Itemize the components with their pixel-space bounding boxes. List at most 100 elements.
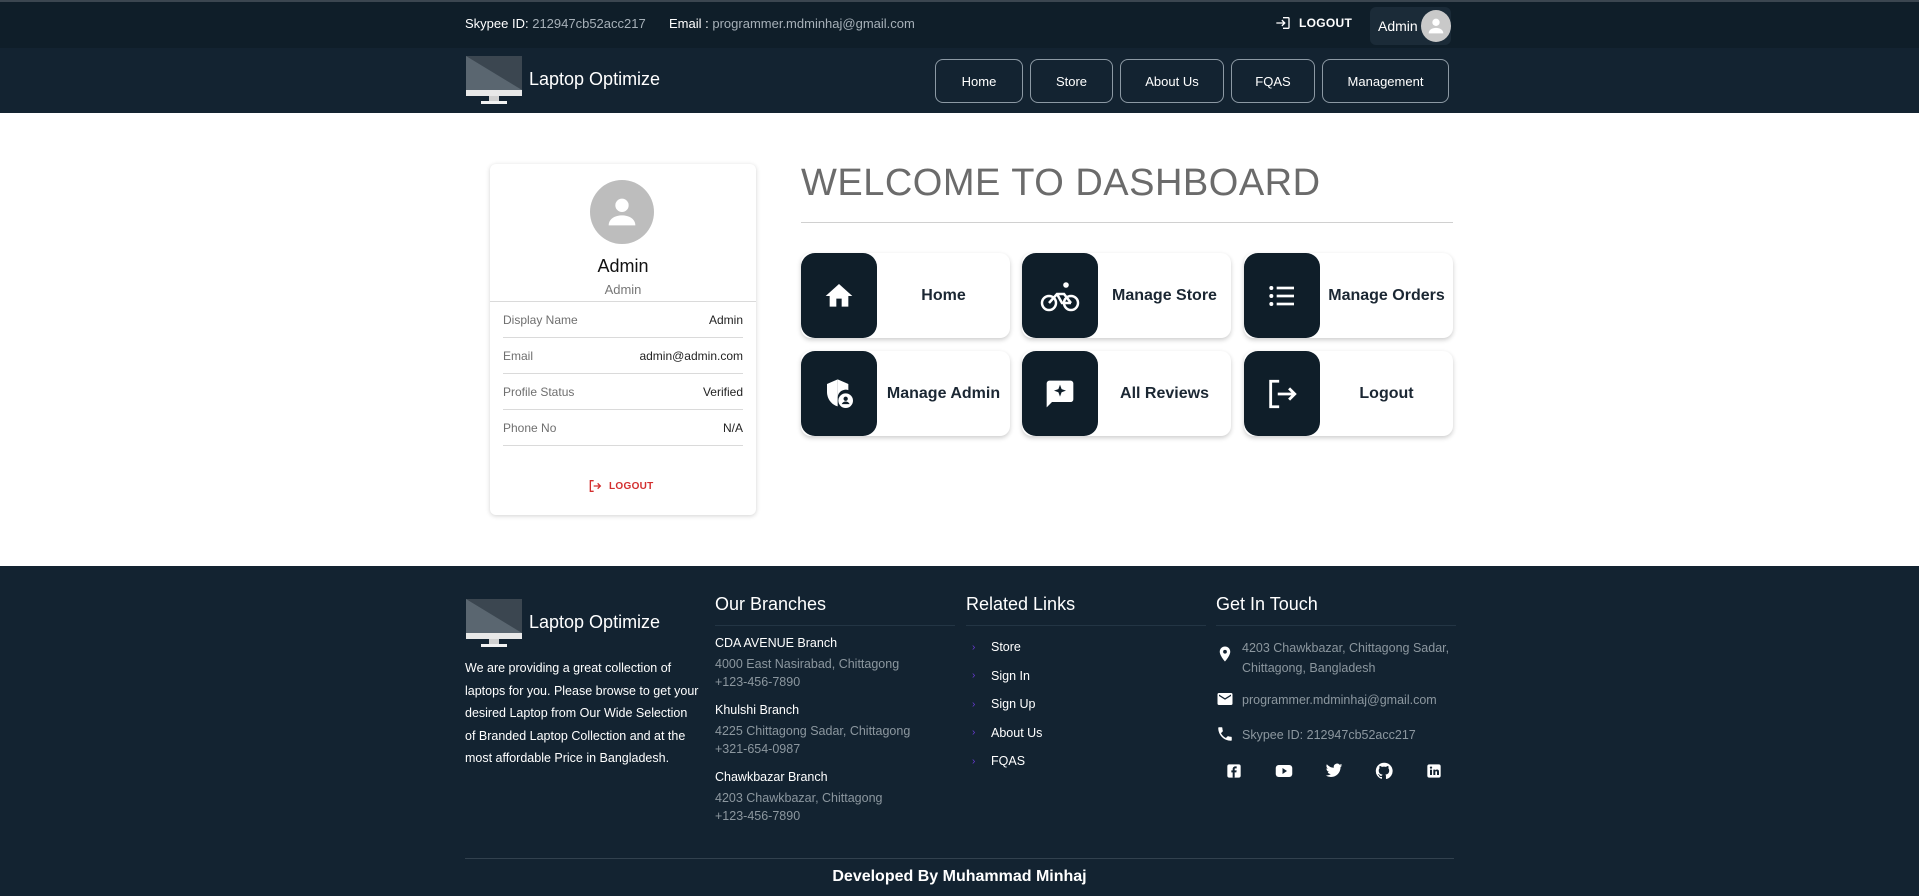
phone-icon [1218,727,1232,741]
profile-logout-button[interactable]: LOGOUT [587,478,654,494]
mail-icon [1217,693,1233,705]
page-title: WELCOME TO DASHBOARD [801,162,1321,204]
profile-row: Email admin@admin.com [503,338,743,374]
user-menu[interactable]: Admin [1370,7,1451,45]
tile-icon-box [1244,253,1320,338]
row-value: admin@admin.com [639,348,743,363]
branch-phone: +321-654-0987 [715,742,801,756]
email-info: Email : programmer.mdminhaj@gmail.com [669,16,915,31]
chevron-right-icon: › [972,641,976,653]
profile-logout-label: LOGOUT [609,480,654,492]
nav-store[interactable]: Store [1030,59,1113,103]
tile-icon-box [1022,351,1098,436]
monitor-logo-icon [466,56,522,104]
top-logout-label: LOGOUT [1299,16,1353,30]
logout-icon [1269,379,1297,408]
branch-phone: +123-456-7890 [715,809,801,823]
link-label: Store [991,640,1021,655]
tile-manage-store[interactable]: Manage Store [1022,253,1231,338]
facebook-icon[interactable] [1225,762,1243,780]
tile-home[interactable]: Home [801,253,1010,338]
chevron-right-icon: › [972,698,976,710]
row-value: Verified [702,384,743,399]
branch-name: CDA AVENUE Branch [715,636,838,650]
footer-divider [465,858,1454,859]
tile-all-reviews[interactable]: All Reviews [1022,351,1231,436]
profile-row: Display Name Admin [503,302,743,338]
tile-manage-admin[interactable]: Manage Admin [801,351,1010,436]
profile-row: Phone No N/A [503,410,743,446]
footer-brand-name: Laptop Optimize [529,611,661,632]
branch-item: CDA AVENUE Branch 4000 East Nasirabad, C… [715,636,899,689]
profile-row: Profile Status Verified [503,374,743,410]
tile-icon-box [801,253,877,338]
contact-heading: Get In Touch [1216,594,1318,614]
branch-address: 4000 East Nasirabad, Chittagong [715,657,900,671]
footer-link-sign-in[interactable]: › Sign In [966,662,1042,691]
tile-icon-box [801,351,877,436]
avatar [1420,10,1451,42]
nav-about-us[interactable]: About Us [1120,59,1224,103]
row-value: Admin [708,312,743,327]
tile-icon-box [1244,351,1320,436]
row-label: Display Name [503,312,578,327]
links-heading: Related Links [966,594,1076,614]
link-label: About Us [991,725,1043,740]
skype-value: 212947cb52acc217 [532,16,646,31]
user-name: Admin [1378,18,1418,34]
login-icon [1276,17,1290,29]
tile-label: All Reviews [1120,384,1209,402]
github-icon[interactable] [1375,762,1393,780]
tile-label: Manage Orders [1328,286,1445,304]
skype-info: Skypee ID: 212947cb52acc217 [465,16,646,31]
admin-shield-icon [827,378,853,408]
nav-home[interactable]: Home [935,59,1023,103]
link-label: FQAS [991,754,1026,769]
heading-underline [715,625,955,626]
monitor-logo-icon [466,599,522,647]
profile-name: Admin [597,256,649,276]
branch-name: Khulshi Branch [715,703,800,717]
footer-credit: Developed By Muhammad Minhaj [832,868,1087,885]
nav-fqas[interactable]: FQAS [1231,59,1315,103]
brand-name: Laptop Optimize [529,68,661,89]
tile-icon-box [1022,253,1098,338]
footer-brand[interactable]: Laptop Optimize [465,596,660,648]
skype-label: Skypee ID: [465,16,529,31]
footer-link-about-us[interactable]: › About Us [966,719,1042,748]
linkedin-icon[interactable] [1425,762,1443,780]
tile-label: Manage Admin [886,384,1001,402]
branch-phone: +123-456-7890 [715,675,801,689]
brand-logo-link[interactable]: Laptop Optimize [465,53,660,105]
top-logout-button[interactable]: LOGOUT [1275,15,1352,31]
youtube-icon[interactable] [1275,762,1293,780]
home-icon [825,283,853,307]
twitter-icon[interactable] [1325,762,1343,780]
chevron-right-icon: › [972,727,976,739]
address-line-1: 4203 Chawkbazar, Chittagong Sadar, [1242,641,1450,655]
footer-link-sign-up[interactable]: › Sign Up [966,690,1042,719]
footer-link-store[interactable]: › Store [966,633,1042,662]
tile-label: Logout [1359,384,1414,402]
row-value: N/A [722,420,743,435]
site-footer: Laptop Optimize We are providing a great… [0,566,1919,896]
footer-link-fqas[interactable]: › FQAS [966,747,1042,776]
contact-skype-text: Skypee ID: 212947cb52acc217 [1242,728,1416,742]
profile-card: Admin Admin Display Name Admin Email adm… [490,164,756,515]
user-icon [608,198,636,226]
email-value: programmer.mdminhaj@gmail.com [712,16,915,31]
social-links [1225,762,1443,780]
top-info-bar: Skypee ID: 212947cb52acc217 Email : prog… [0,0,1919,48]
tile-logout[interactable]: Logout [1244,351,1453,436]
chevron-right-icon: › [972,755,976,767]
contact-email-text: programmer.mdminhaj@gmail.com [1242,693,1437,707]
list-icon [1269,285,1294,306]
main-navbar: Laptop Optimize Home Store About Us FQAS… [0,48,1919,113]
review-icon [1046,380,1074,407]
row-label: Email [503,348,534,363]
tile-manage-orders[interactable]: Manage Orders [1244,253,1453,338]
title-divider [801,222,1453,223]
nav-management[interactable]: Management [1322,59,1449,103]
email-label: Email : [669,16,709,31]
chevron-right-icon: › [972,670,976,682]
